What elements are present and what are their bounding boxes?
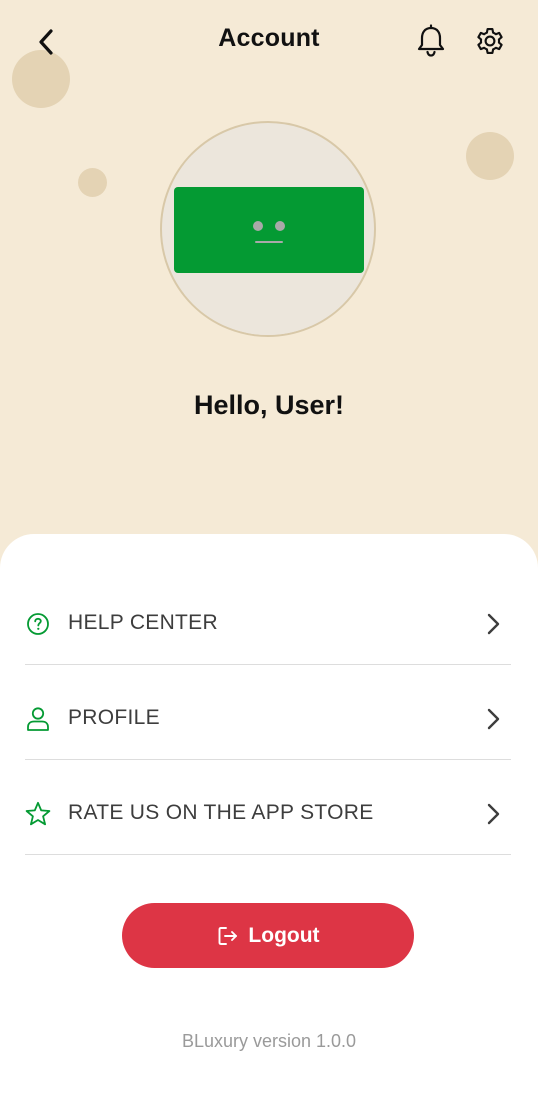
person-icon xyxy=(25,706,51,732)
decorative-blob xyxy=(466,132,514,180)
settings-button[interactable] xyxy=(469,20,511,62)
menu-item-label: HELP CENTER xyxy=(68,611,218,634)
menu-item-rate-us[interactable]: RATE US ON THE APP STORE xyxy=(25,760,511,855)
chevron-right-icon xyxy=(483,706,503,732)
account-screen: Account Hello, User! HELP CENTER PROFILE… xyxy=(0,0,538,1105)
menu-item-help-center[interactable]: HELP CENTER xyxy=(25,570,511,665)
chevron-right-icon xyxy=(483,801,503,827)
avatar-image xyxy=(174,187,364,273)
help-circle-icon xyxy=(25,611,51,637)
logout-label: Logout xyxy=(248,923,320,947)
notifications-button[interactable] xyxy=(410,20,452,62)
logout-icon xyxy=(216,924,240,948)
menu-item-label: PROFILE xyxy=(68,706,160,729)
chevron-right-icon xyxy=(483,611,503,637)
avatar-placeholder-icon xyxy=(253,221,285,243)
top-bar: Account xyxy=(0,0,538,84)
gear-icon xyxy=(477,28,503,54)
logout-button[interactable]: Logout xyxy=(122,903,414,968)
greeting-text: Hello, User! xyxy=(193,390,345,420)
menu-item-label: RATE US ON THE APP STORE xyxy=(68,801,374,824)
account-menu: HELP CENTER PROFILE RATE US ON THE APP S… xyxy=(25,570,511,855)
menu-item-profile[interactable]: PROFILE xyxy=(25,665,511,760)
decorative-blob xyxy=(78,168,107,197)
app-version-text: BLuxury version 1.0.0 xyxy=(181,1031,357,1051)
bell-icon xyxy=(417,24,445,57)
star-icon xyxy=(25,801,51,827)
page-title: Account xyxy=(218,24,320,52)
avatar[interactable] xyxy=(160,121,376,337)
